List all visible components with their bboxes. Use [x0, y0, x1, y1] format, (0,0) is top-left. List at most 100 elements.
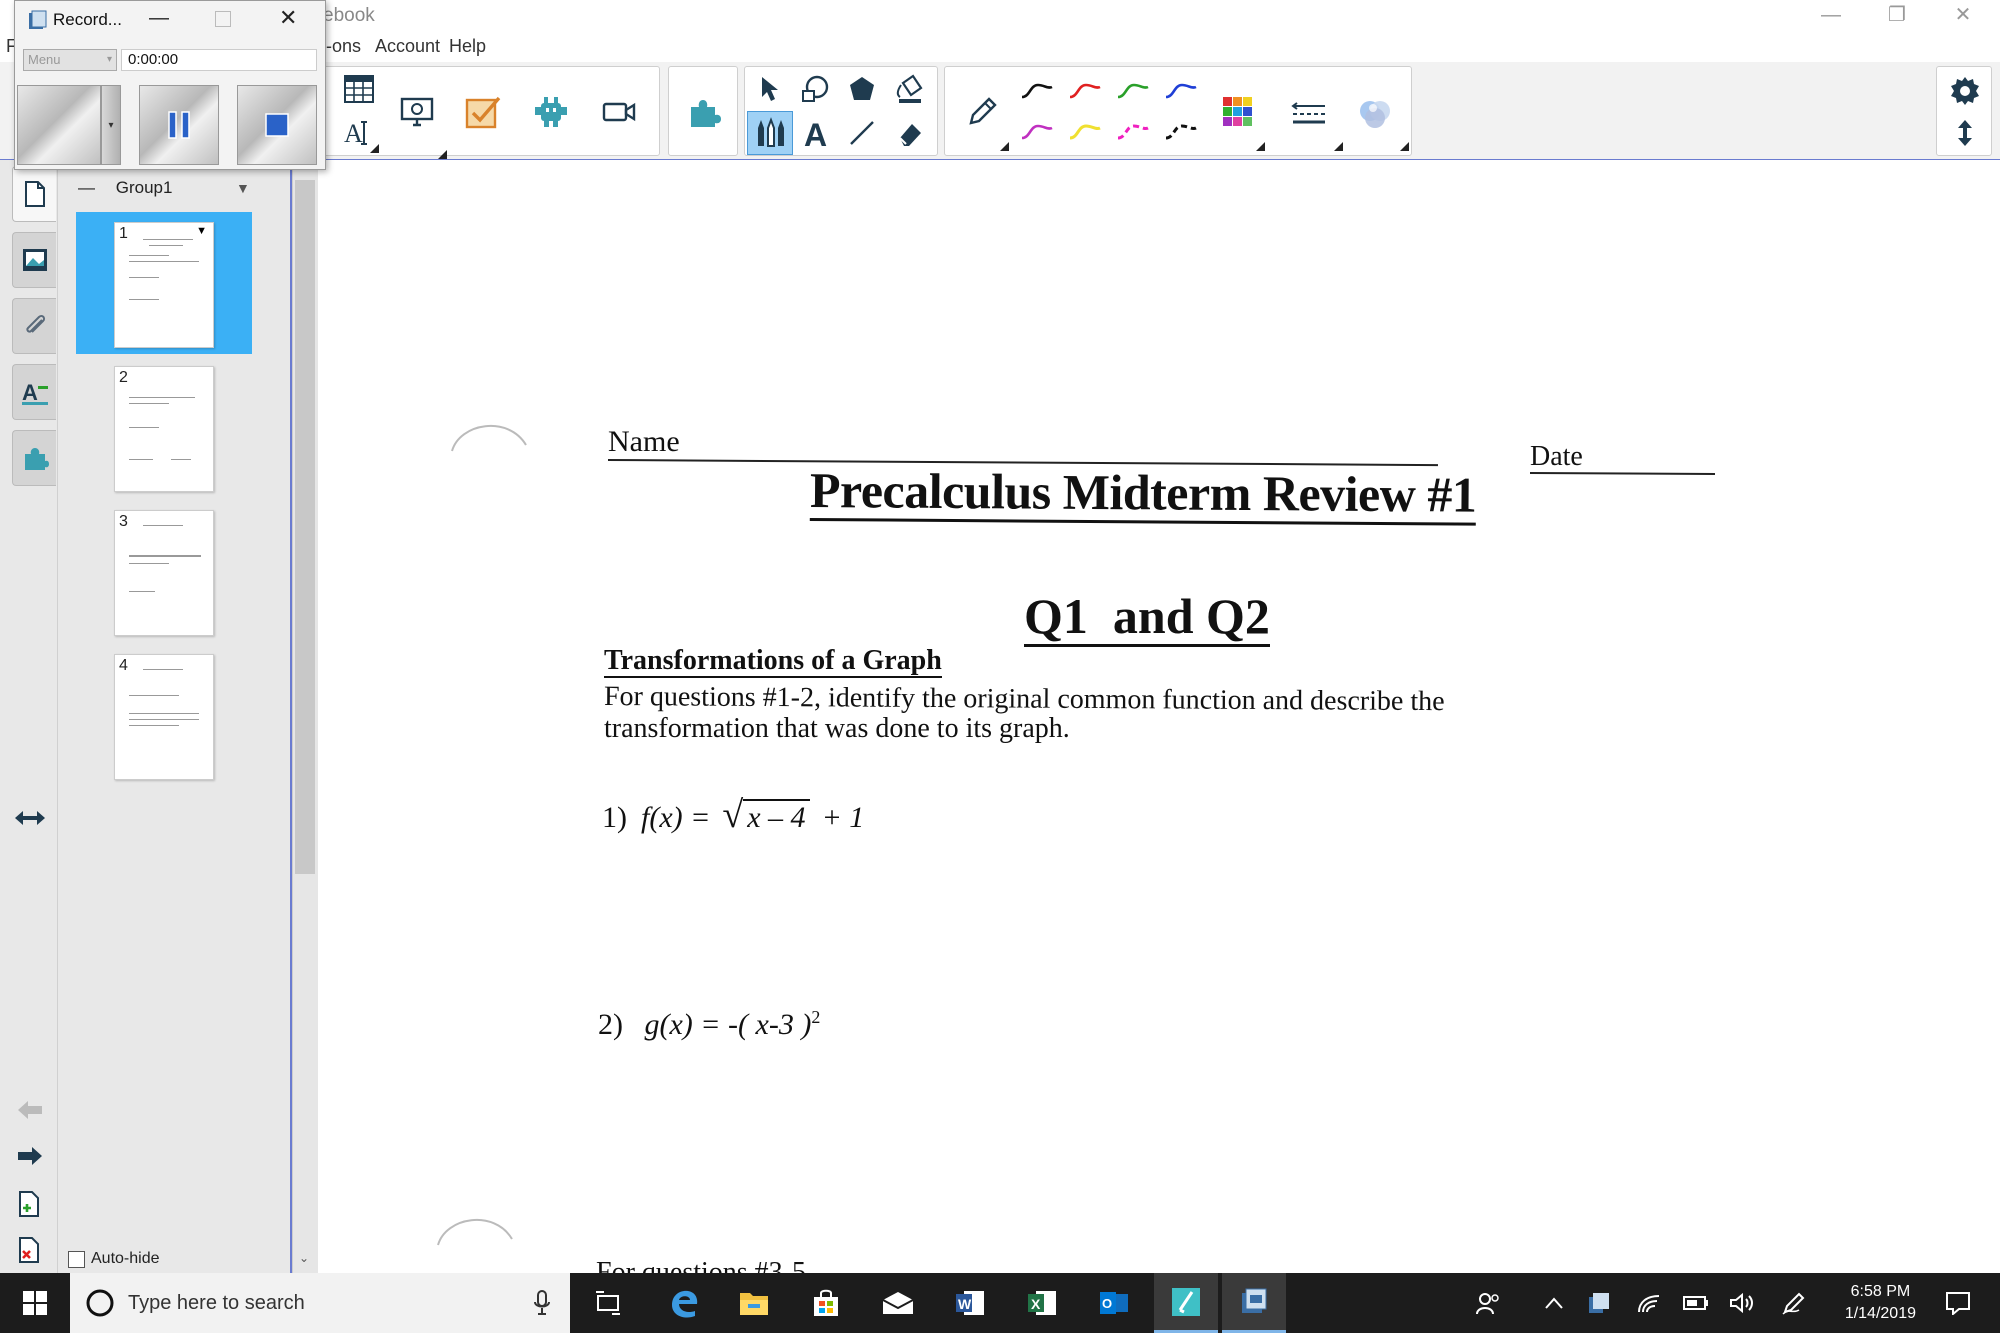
scrollbar-thumb[interactable]: [295, 180, 315, 874]
gallery-tab[interactable]: [12, 232, 56, 288]
page-thumbnail[interactable]: 3: [76, 500, 252, 642]
scroll-down-icon[interactable]: ⌄: [299, 1251, 309, 1265]
system-clock[interactable]: 6:58 PM 1/14/2019: [1845, 1281, 1916, 1325]
restore-button[interactable]: ❐: [1866, 0, 1928, 32]
screen-recorder-window[interactable]: Record... — ✕ Menu ▾ 0:00:00 ▾: [14, 0, 326, 170]
recorder-close-button[interactable]: ✕: [279, 5, 297, 31]
fill-effects-icon[interactable]: [1345, 81, 1409, 151]
group-dropdown-icon[interactable]: ▼: [236, 180, 250, 196]
regular-polygon-icon[interactable]: [841, 69, 883, 109]
menu-label: Menu: [28, 52, 61, 67]
task-view-icon[interactable]: [576, 1273, 640, 1333]
minimize-button[interactable]: —: [1800, 0, 1862, 32]
line-style-icon[interactable]: [1279, 81, 1343, 151]
fill-bucket-icon[interactable]: [889, 69, 931, 109]
attachments-tab[interactable]: [12, 298, 56, 354]
tray-app-icon[interactable]: [1578, 1273, 1622, 1333]
insert-tools-group: A: [320, 66, 660, 159]
volume-icon[interactable]: [1720, 1273, 1764, 1333]
resize-sidebar-arrows-icon[interactable]: [12, 792, 48, 844]
battery-icon[interactable]: [1674, 1273, 1718, 1333]
pen-workspace-icon[interactable]: [1772, 1273, 1816, 1333]
menu-account[interactable]: Account: [375, 36, 440, 57]
recorder-menu-dropdown[interactable]: Menu ▾: [23, 49, 117, 71]
sorter-scrollbar[interactable]: ⌄: [292, 160, 318, 1273]
people-icon[interactable]: [1466, 1273, 1510, 1333]
recorder-maximize-button[interactable]: [215, 11, 231, 27]
video-camera-icon[interactable]: [589, 73, 649, 151]
pens-icon[interactable]: [747, 111, 793, 155]
menu-help[interactable]: Help: [449, 36, 486, 57]
excel-icon[interactable]: X: [1010, 1273, 1074, 1333]
add-page-icon[interactable]: [12, 1178, 48, 1230]
highlighter-color-magenta[interactable]: [1015, 113, 1059, 151]
group-header[interactable]: — Group1 ▼: [78, 178, 250, 198]
word-icon[interactable]: W: [938, 1273, 1002, 1333]
menu-add-ons[interactable]: l-ons: [322, 36, 361, 57]
microphone-icon[interactable]: [532, 1289, 552, 1317]
smart-notebook-taskbar-icon[interactable]: [1154, 1273, 1218, 1333]
select-arrow-icon[interactable]: [749, 69, 791, 109]
edge-browser-icon[interactable]: [652, 1273, 716, 1333]
show-hidden-icons-chevron-up-icon[interactable]: [1532, 1273, 1576, 1333]
checkbox-box[interactable]: [68, 1250, 85, 1268]
taskbar-search-box[interactable]: Type here to search: [70, 1273, 570, 1333]
color-palette-icon[interactable]: [1213, 81, 1265, 151]
pen-color-black-dashed[interactable]: [1159, 113, 1203, 151]
text-format-icon[interactable]: A: [339, 111, 379, 153]
record-options-dropdown[interactable]: ▾: [101, 85, 121, 165]
toolbar-position-arrows-icon[interactable]: [1943, 113, 1987, 153]
document-title: Precalculus Midterm Review #1: [809, 461, 1477, 526]
page-preview: 4: [114, 654, 214, 780]
recorder-minimize-button[interactable]: —: [149, 7, 169, 30]
monster-activity-icon[interactable]: [521, 73, 581, 151]
properties-tab[interactable]: A: [12, 364, 56, 420]
pencil-icon[interactable]: [957, 81, 1009, 151]
pen-color-blue[interactable]: [1159, 73, 1203, 109]
page-thumbnail[interactable]: 2: [76, 356, 252, 498]
notebook-page[interactable]: Name Date Precalculus Midterm Review #1 …: [318, 161, 2000, 1273]
recorder-taskbar-icon[interactable]: [1222, 1273, 1286, 1333]
delete-page-icon[interactable]: [12, 1224, 48, 1276]
page-thumbnail[interactable]: 4: [76, 644, 252, 786]
pen-color-black[interactable]: [1015, 73, 1059, 109]
add-ons-tab[interactable]: [12, 430, 56, 486]
exponent: 2: [811, 1007, 821, 1027]
stop-button[interactable]: [237, 85, 317, 165]
file-explorer-icon[interactable]: [722, 1273, 786, 1333]
radicand: x – 4: [743, 799, 810, 835]
page-sorter-tab[interactable]: [12, 166, 56, 222]
gear-icon[interactable]: [1943, 71, 1987, 111]
highlighter-color-pink-dashed[interactable]: [1111, 113, 1155, 151]
line-tool-icon[interactable]: [841, 111, 883, 155]
question-expression: g(x) = -( x-3 ): [644, 1008, 812, 1041]
page-thumbnail[interactable]: 1 ▼: [76, 212, 252, 354]
pen-color-red[interactable]: [1063, 73, 1107, 109]
page-preview: 2: [114, 366, 214, 492]
pause-button[interactable]: [139, 85, 219, 165]
text-tool-icon[interactable]: A: [795, 111, 837, 155]
assessment-check-icon[interactable]: [453, 73, 513, 151]
thumbnail-menu-icon[interactable]: ▼: [196, 225, 207, 237]
microsoft-store-icon[interactable]: [794, 1273, 858, 1333]
eraser-icon[interactable]: [889, 111, 931, 155]
scan-artifact: [437, 1218, 513, 1246]
auto-hide-checkbox[interactable]: Auto-hide: [68, 1250, 160, 1268]
action-center-icon[interactable]: [1930, 1273, 1986, 1333]
previous-page-arrow-icon[interactable]: [12, 1084, 48, 1136]
mail-icon[interactable]: [866, 1273, 930, 1333]
start-button[interactable]: [3, 1273, 67, 1333]
shapes-icon[interactable]: [795, 69, 837, 109]
close-button[interactable]: ✕: [1932, 0, 1994, 32]
highlighter-color-yellow[interactable]: [1063, 113, 1107, 151]
wifi-icon[interactable]: [1628, 1273, 1672, 1333]
screen-capture-icon[interactable]: [387, 73, 447, 159]
table-icon[interactable]: [339, 69, 379, 109]
puzzle-piece-icon[interactable]: [674, 73, 734, 151]
pen-color-green[interactable]: [1111, 73, 1155, 109]
next-page-arrow-icon[interactable]: [12, 1130, 48, 1182]
svg-text:A: A: [22, 380, 38, 405]
collapse-icon[interactable]: —: [78, 178, 95, 197]
outlook-icon[interactable]: O: [1082, 1273, 1146, 1333]
record-button[interactable]: [17, 85, 101, 165]
